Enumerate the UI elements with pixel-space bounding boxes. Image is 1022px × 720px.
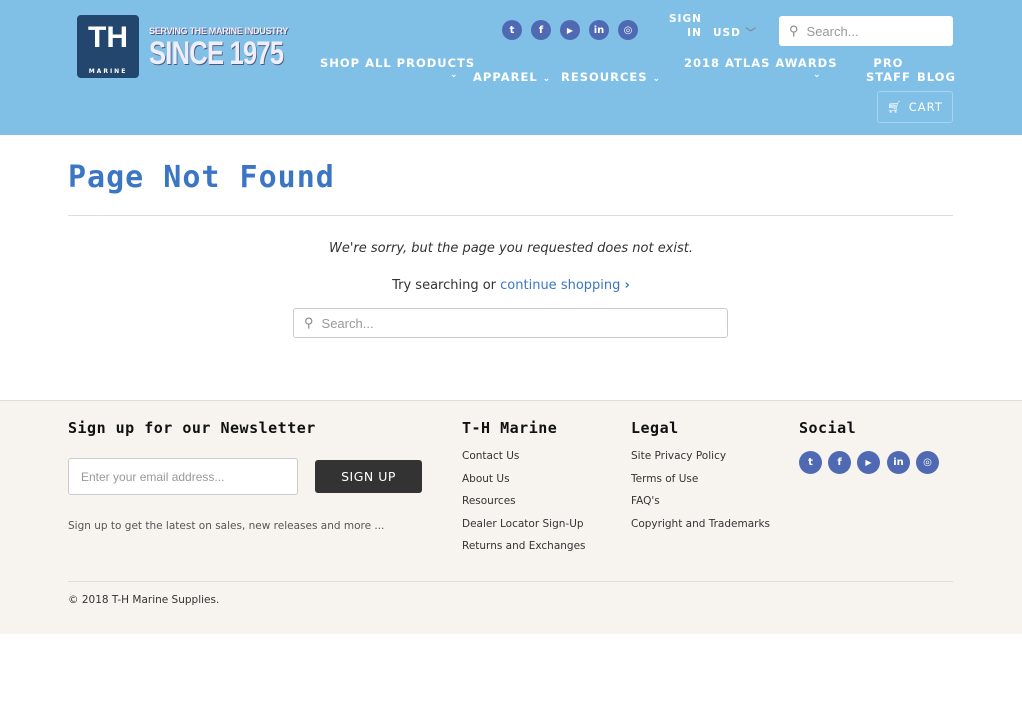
continue-shopping-link[interactable]: continue shopping › xyxy=(500,278,630,293)
search-icon: ⚲ xyxy=(304,315,314,330)
nav-shop-all-products[interactable]: SHOP ALL PRODUCTS xyxy=(320,56,475,70)
social-title: Social xyxy=(799,419,857,437)
main-search-input[interactable]: ⚲ Search... xyxy=(293,308,728,338)
chevron-down-icon: ⌄ xyxy=(652,74,662,84)
youtube-icon[interactable]: ▶ xyxy=(560,20,580,40)
youtube-icon[interactable]: ▶ xyxy=(857,451,880,474)
sign-up-button[interactable]: SIGN UP xyxy=(315,460,422,493)
linkedin-icon[interactable]: in xyxy=(589,20,609,40)
cart-button[interactable]: 🛒︎ CART xyxy=(877,91,953,123)
divider xyxy=(68,581,953,582)
sign-in-link[interactable]: SIGN IN xyxy=(669,12,702,40)
cart-icon: 🛒︎ xyxy=(887,100,903,114)
legal-title: Legal xyxy=(631,419,679,437)
nav-atlas-awards[interactable]: 2018 ATLAS AWARDS xyxy=(684,56,838,70)
footer-link[interactable]: Resources xyxy=(462,495,516,507)
nav-apparel[interactable]: APPAREL ⌄ xyxy=(473,70,551,84)
logo[interactable]: TH MARINE xyxy=(77,15,139,78)
twitter-icon[interactable]: t xyxy=(502,20,522,40)
instagram-icon[interactable]: ◎ xyxy=(916,451,939,474)
company-title: T-H Marine xyxy=(462,419,558,437)
footer-link[interactable]: About Us xyxy=(462,473,510,485)
nav-pro-staff[interactable]: PRO STAFF xyxy=(866,56,911,84)
currency-select[interactable]: USD ﹀ xyxy=(713,25,757,40)
copyright: © 2018 T-H Marine Supplies. xyxy=(68,594,220,606)
footer-link[interactable]: Returns and Exchanges xyxy=(462,540,586,552)
footer-link[interactable]: FAQ's xyxy=(631,495,660,507)
header-search-input[interactable]: ⚲ Search... xyxy=(779,16,953,46)
footer-link[interactable]: Dealer Locator Sign-Up xyxy=(462,518,584,530)
chevron-down-icon[interactable]: ⌄ xyxy=(813,70,822,80)
search-icon: ⚲ xyxy=(789,23,799,38)
facebook-icon[interactable]: f xyxy=(828,451,851,474)
signup-note: Sign up to get the latest on sales, new … xyxy=(68,520,385,532)
try-searching-text: Try searching or continue shopping › xyxy=(392,278,630,293)
twitter-icon[interactable]: t xyxy=(799,451,822,474)
linkedin-icon[interactable]: in xyxy=(887,451,910,474)
newsletter-title: Sign up for our Newsletter xyxy=(68,419,316,437)
nav-resources[interactable]: RESOURCES ⌄ xyxy=(561,70,661,84)
chevron-down-icon: ⌄ xyxy=(542,74,552,84)
email-field[interactable]: Enter your email address... xyxy=(68,458,298,495)
chevron-right-icon: › xyxy=(624,278,630,293)
facebook-icon[interactable]: f xyxy=(531,20,551,40)
instagram-icon[interactable]: ◎ xyxy=(618,20,638,40)
tagline-logo: SERVING THE MARINE INDUSTRY SINCE 1975 xyxy=(149,26,288,71)
footer-link[interactable]: Copyright and Trademarks xyxy=(631,518,770,530)
divider xyxy=(68,215,953,216)
site-footer: Sign up for our Newsletter Enter your em… xyxy=(0,400,1022,634)
nav-blog[interactable]: BLOG xyxy=(917,70,956,84)
company-link[interactable]: T-H Marine Supplies. xyxy=(112,594,219,606)
footer-link[interactable]: Terms of Use xyxy=(631,473,698,485)
footer-link[interactable]: Site Privacy Policy xyxy=(631,450,726,462)
site-header: TH MARINE SERVING THE MARINE INDUSTRY SINC… xyxy=(0,0,1022,135)
page-title: Page Not Found xyxy=(68,160,335,195)
chevron-down-icon[interactable]: ⌄ xyxy=(450,70,459,80)
footer-link[interactable]: Contact Us xyxy=(462,450,519,462)
error-message: We're sorry, but the page you requested … xyxy=(329,241,693,256)
